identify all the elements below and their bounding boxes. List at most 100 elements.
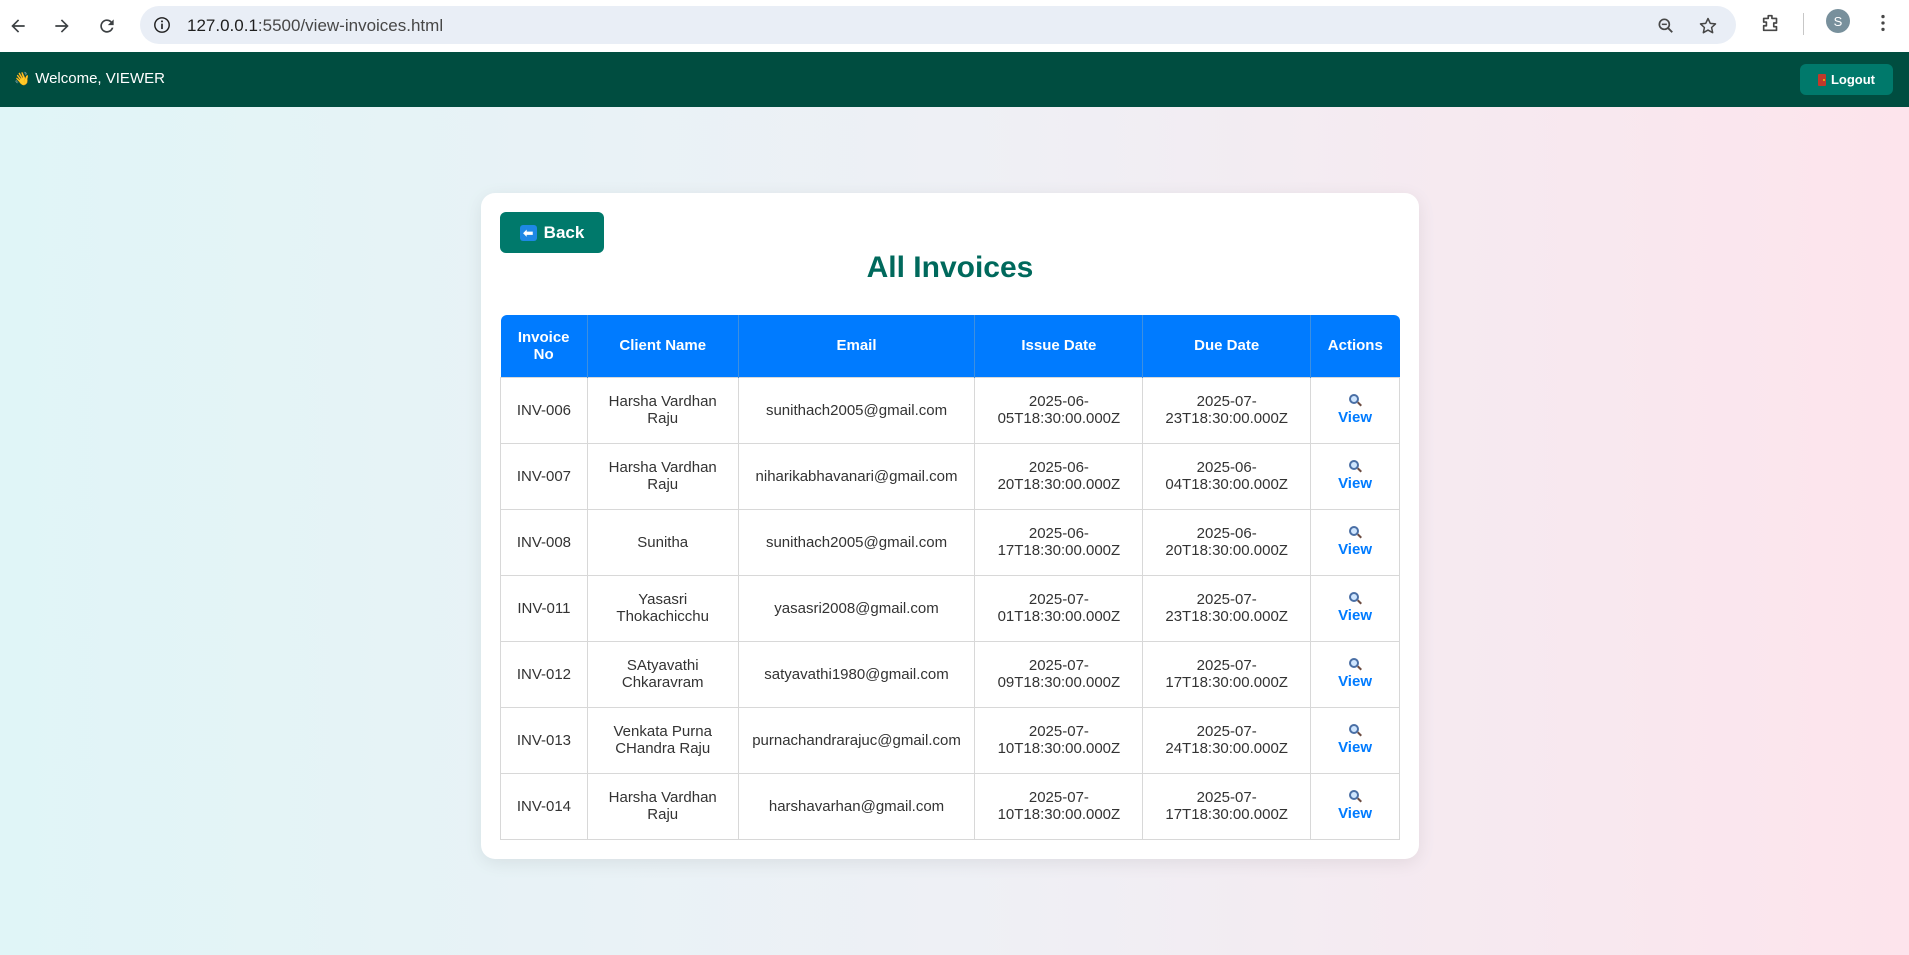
view-invoice-link[interactable]: View [1338,394,1372,426]
view-label: View [1338,475,1372,492]
client-name-cell: Sunitha [586,508,739,576]
table-row: INV-007 Harsha Vardhan Raju niharikabhavan… [500,442,1400,510]
magnifying-glass-icon [1348,460,1363,474]
view-label: View [1338,673,1372,690]
column-header: Invoice No [500,315,588,377]
welcome-message: 👋 Welcome, VIEWER [14,70,165,87]
logout-label: Logout [1830,72,1876,87]
back-button[interactable]: ⬅ Back [500,212,604,253]
table-row: INV-011 Yasasri Thokachicchu yasasri2008@g… [500,574,1400,642]
column-header: Email [738,315,976,377]
view-label: View [1338,805,1372,822]
client-name-cell: Harsha Vardhan Raju [586,442,739,510]
column-header: Actions [1310,315,1400,377]
issue-date-cell: 2025-07-10T18:30:00.000Z [974,706,1144,774]
client-name-cell: SAtyavathi Chkaravram [586,640,739,708]
invoice-number-cell: INV-006 [500,376,588,444]
back-arrow-icon[interactable] [0,8,36,44]
due-date-cell: 2025-07-24T18:30:00.000Z [1142,706,1312,774]
issue-date-cell: 2025-06-05T18:30:00.000Z [974,376,1144,444]
logout-button[interactable]: Logout [1800,64,1893,95]
view-label: View [1338,607,1372,624]
app-header: 👋 Welcome, VIEWER Logout [0,52,1909,107]
view-invoice-link[interactable]: View [1338,724,1372,756]
invoices-card: ⬅ Back All Invoices Invoice No Client Na… [481,193,1419,859]
magnifying-glass-icon [1348,394,1363,408]
due-date-cell: 2025-06-04T18:30:00.000Z [1142,442,1312,510]
email-cell: yasasri2008@gmail.com [737,574,976,642]
email-cell: niharikabhavanari@gmail.com [737,442,976,510]
invoice-number-cell: INV-014 [500,772,588,840]
actions-cell: View [1310,640,1400,708]
toolbar-separator [1803,13,1804,35]
magnifying-glass-icon [1348,724,1363,738]
table-row: INV-014 Harsha Vardhan Raju harshavarhan@g… [500,772,1400,840]
invoice-number-cell: INV-007 [500,442,588,510]
actions-cell: View [1310,772,1400,840]
client-name-cell: Venkata Purna CHandra Raju [586,706,739,774]
browser-toolbar: 127.0.0.1:5500/view-invoices.html S [0,0,1909,52]
profile-initial: S [1833,13,1843,29]
table-row: INV-012 SAtyavathi Chkaravram satyavathi19… [500,640,1400,708]
email-cell: harshavarhan@gmail.com [737,772,976,840]
back-label: Back [543,222,585,242]
issue-date-cell: 2025-07-01T18:30:00.000Z [974,574,1144,642]
email-cell: purnachandrarajuc@gmail.com [737,706,976,774]
magnifying-glass-icon [1348,592,1363,606]
issue-date-cell: 2025-07-09T18:30:00.000Z [974,640,1144,708]
due-date-cell: 2025-06-20T18:30:00.000Z [1142,508,1312,576]
column-header: Client Name [587,315,739,377]
actions-cell: View [1310,442,1400,510]
invoice-number-cell: INV-013 [500,706,588,774]
client-name-cell: Harsha Vardhan Raju [586,772,739,840]
view-invoice-link[interactable]: View [1338,592,1372,624]
magnifying-glass-icon [1348,526,1363,540]
actions-cell: View [1310,574,1400,642]
issue-date-cell: 2025-07-10T18:30:00.000Z [974,772,1144,840]
invoice-number-cell: INV-008 [500,508,588,576]
view-label: View [1338,409,1372,426]
invoice-number-cell: INV-012 [500,640,588,708]
browser-menu-icon[interactable] [1870,10,1896,36]
due-date-cell: 2025-07-23T18:30:00.000Z [1142,574,1312,642]
url-path: :5500/view-invoices.html [257,16,444,35]
client-name-cell: Harsha Vardhan Raju [586,376,739,444]
bookmark-star-icon[interactable] [1697,15,1719,37]
email-cell: sunithach2005@gmail.com [737,508,976,576]
invoices-table: Invoice No Client Name Email Issue Date … [500,315,1400,840]
url-host: 127.0.0.1 [187,16,258,35]
view-invoice-link[interactable]: View [1338,790,1372,822]
view-invoice-link[interactable]: View [1338,526,1372,558]
invoice-number-cell: INV-011 [500,574,588,642]
table-header-row: Invoice No Client Name Email Issue Date … [500,315,1400,377]
url-text: 127.0.0.1:5500/view-invoices.html [187,16,443,36]
zoom-icon[interactable] [1655,15,1677,37]
due-date-cell: 2025-07-17T18:30:00.000Z [1142,640,1312,708]
email-cell: satyavathi1980@gmail.com [737,640,976,708]
reload-icon[interactable] [89,8,125,44]
forward-arrow-icon[interactable] [44,8,80,44]
site-info-icon[interactable] [152,15,172,35]
column-header: Due Date [1142,315,1312,377]
extensions-icon[interactable] [1758,10,1784,36]
view-invoice-link[interactable]: View [1338,460,1372,492]
address-bar[interactable]: 127.0.0.1:5500/view-invoices.html [140,6,1736,44]
table-row: INV-006 Harsha Vardhan Raju sunithach2005@… [500,376,1400,444]
table-row: INV-008 Sunitha sunithach2005@gmail.com 202… [500,508,1400,576]
door-icon [1817,73,1826,86]
back-arrow-emoji-icon: ⬅ [519,224,537,241]
client-name-cell: Yasasri Thokachicchu [586,574,739,642]
due-date-cell: 2025-07-23T18:30:00.000Z [1142,376,1312,444]
magnifying-glass-icon [1348,790,1363,804]
view-label: View [1338,739,1372,756]
due-date-cell: 2025-07-17T18:30:00.000Z [1142,772,1312,840]
magnifying-glass-icon [1348,658,1363,672]
issue-date-cell: 2025-06-20T18:30:00.000Z [974,442,1144,510]
profile-avatar[interactable]: S [1826,9,1850,33]
email-cell: sunithach2005@gmail.com [737,376,976,444]
actions-cell: View [1310,706,1400,774]
view-invoice-link[interactable]: View [1338,658,1372,690]
issue-date-cell: 2025-06-17T18:30:00.000Z [974,508,1144,576]
actions-cell: View [1310,376,1400,444]
table-row: INV-013 Venkata Purna CHandra Raju purnach… [500,706,1400,774]
